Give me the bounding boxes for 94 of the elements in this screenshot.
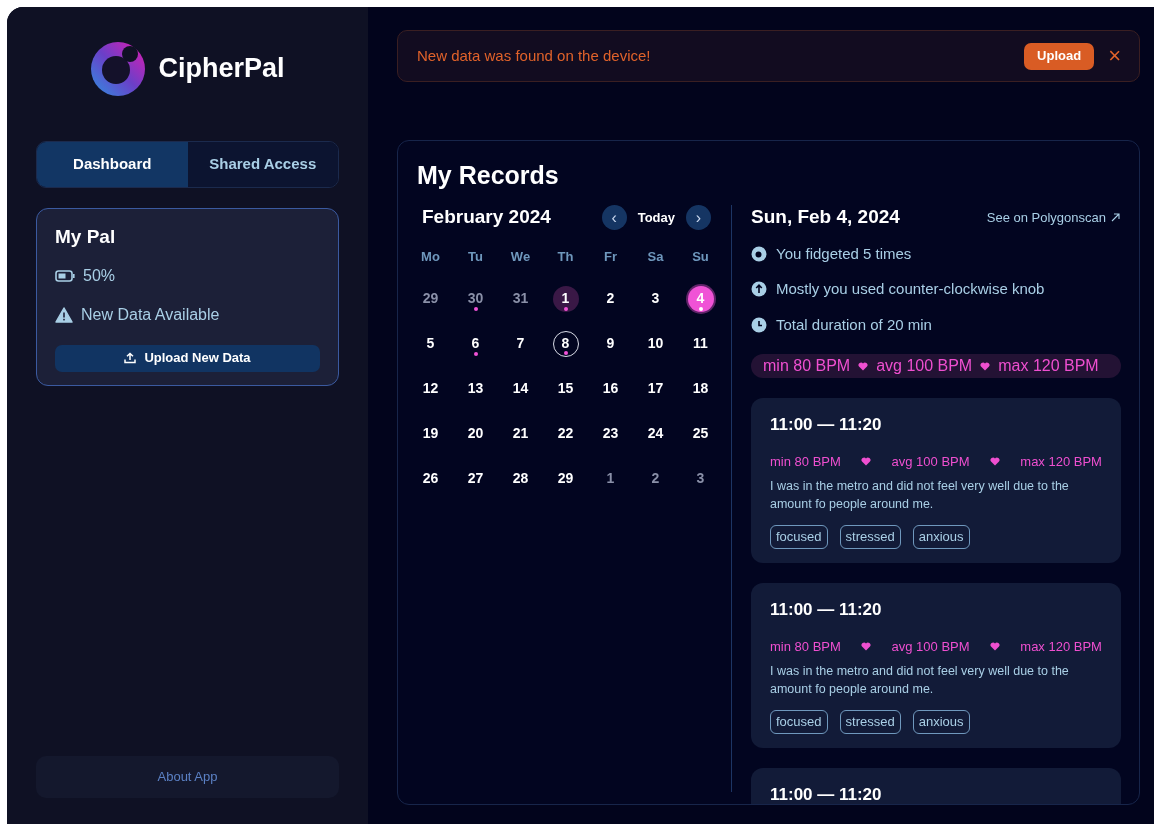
mood-tag: focused xyxy=(770,710,828,734)
clock-icon xyxy=(751,316,767,333)
bpm-value: max 120 BPM xyxy=(1020,637,1102,656)
bpm-value: avg 100 BPM xyxy=(876,356,973,376)
calendar-day[interactable]: 11 xyxy=(687,330,714,357)
calendar-day[interactable]: 6 xyxy=(462,330,489,357)
time-range: 11:00 — 11:20 xyxy=(770,784,883,804)
warning-icon xyxy=(55,306,73,323)
calendar-day[interactable]: 7 xyxy=(507,330,534,357)
calendar-day[interactable]: 1 xyxy=(597,465,624,492)
mood-tag: anxious xyxy=(912,525,970,549)
calendar-day[interactable]: 29 xyxy=(552,465,579,492)
mood-tag: focused xyxy=(770,525,828,549)
mood-tag: stressed xyxy=(839,525,901,549)
summary-text: Total duration of 20 min xyxy=(776,314,932,335)
close-button[interactable]: × xyxy=(1108,45,1121,67)
calendar-day[interactable]: 5 xyxy=(417,330,444,357)
heart-icon xyxy=(858,361,869,371)
heart-icon xyxy=(861,456,872,466)
app-name: CipherPal xyxy=(158,52,285,86)
bpm-value: max 120 BPM xyxy=(1020,452,1102,471)
record-note: I was in the metro and did not feel very well due to the amount fo people around me. xyxy=(770,663,1070,698)
bpm-value: min 80 BPM xyxy=(763,356,851,376)
summary-text: You fidgeted 5 times xyxy=(776,243,912,264)
calendar-day[interactable]: 13 xyxy=(462,375,489,402)
calendar-day[interactable]: 10 xyxy=(642,330,669,357)
calendar-day[interactable]: 23 xyxy=(597,420,624,447)
calendar-day[interactable]: 3 xyxy=(642,285,669,312)
next-button[interactable]: › xyxy=(686,205,711,230)
today-button[interactable]: Today xyxy=(626,207,686,228)
previous-button[interactable]: ‹ xyxy=(601,205,627,230)
record-note: I was in the metro and did not feel very well due to the amount fo people around me. xyxy=(770,478,1070,513)
weekday-label: Mo xyxy=(421,247,440,266)
bpm-value: avg 100 BPM xyxy=(891,452,970,471)
weekday-label: Th xyxy=(557,247,574,266)
calendar-day[interactable]: 29 xyxy=(417,285,444,312)
polygonscan-link[interactable]: See on Polygonscan xyxy=(986,207,1121,228)
about-button[interactable]: About App xyxy=(36,756,339,798)
device-status: New Data Available xyxy=(81,304,220,325)
upload-button[interactable]: Upload xyxy=(1024,42,1095,70)
calendar-day[interactable]: 9 xyxy=(597,330,624,357)
calendar-day[interactable]: 25 xyxy=(687,420,714,447)
calendar-day[interactable]: 28 xyxy=(507,465,534,492)
calendar-day[interactable]: 26 xyxy=(417,465,444,492)
heart-icon xyxy=(980,361,991,371)
battery-icon xyxy=(55,269,75,282)
calendar-day[interactable]: 31 xyxy=(507,285,534,312)
calendar-day[interactable]: 2 xyxy=(597,285,624,312)
calendar-day[interactable]: 17 xyxy=(642,375,669,402)
tab[interactable]: Dashboard xyxy=(37,142,188,187)
calendar-day[interactable]: 18 xyxy=(687,375,714,402)
bpm-value: max 120 BPM xyxy=(998,356,1099,376)
weekday-label: We xyxy=(510,247,531,266)
battery-level: 50% xyxy=(83,265,116,286)
logo-icon xyxy=(90,40,147,97)
calendar-day[interactable]: 2 xyxy=(642,465,669,492)
tab[interactable]: Shared Access xyxy=(187,142,338,187)
heart-icon xyxy=(861,641,872,651)
upload-icon xyxy=(124,352,137,364)
calendar-day[interactable]: 24 xyxy=(642,420,669,447)
calendar-day[interactable]: 30 xyxy=(462,285,489,312)
summary-text: Mostly you used counter-clockwise knob xyxy=(776,279,1045,299)
time-range: 11:00 — 11:20 xyxy=(770,414,883,436)
mood-tag: anxious xyxy=(912,710,970,734)
month-title: February 2024 xyxy=(422,205,552,230)
calendar-day[interactable]: 22 xyxy=(552,420,579,447)
calendar-day[interactable]: 12 xyxy=(417,375,444,402)
panel-title: My Records xyxy=(416,160,560,191)
bpm-value: avg 100 BPM xyxy=(891,637,970,656)
weekday-label: Fr xyxy=(604,247,617,266)
calendar-day[interactable]: 20 xyxy=(462,420,489,447)
calendar-day[interactable]: 3 xyxy=(687,465,714,492)
calendar-day[interactable]: 15 xyxy=(552,375,579,402)
fidget-ring-icon xyxy=(751,245,767,262)
weekday-label: Su xyxy=(692,247,709,266)
device-title: My Pal xyxy=(55,225,117,249)
time-range: 11:00 — 11:20 xyxy=(770,599,883,621)
weekday-label: Tu xyxy=(468,247,483,266)
heart-icon xyxy=(989,641,1000,651)
calendar-day[interactable]: 27 xyxy=(462,465,489,492)
external-link-icon xyxy=(1110,212,1121,223)
alert-message: New data was found on the device! xyxy=(417,45,652,66)
calendar-day[interactable]: 21 xyxy=(507,420,534,447)
bpm-value: min 80 BPM xyxy=(770,637,841,656)
weekday-label: Sa xyxy=(647,247,664,266)
mood-tag: stressed xyxy=(839,710,901,734)
selected-date: Sun, Feb 4, 2024 xyxy=(751,205,901,230)
calendar-day[interactable]: 16 xyxy=(597,375,624,402)
calendar-day[interactable]: 1 xyxy=(552,285,579,312)
bpm-value: min 80 BPM xyxy=(770,452,841,471)
calendar-day[interactable]: 14 xyxy=(507,375,534,402)
calendar-day[interactable]: 19 xyxy=(417,420,444,447)
upload-button[interactable]: Upload New Data xyxy=(55,344,320,372)
heart-icon xyxy=(989,456,1000,466)
